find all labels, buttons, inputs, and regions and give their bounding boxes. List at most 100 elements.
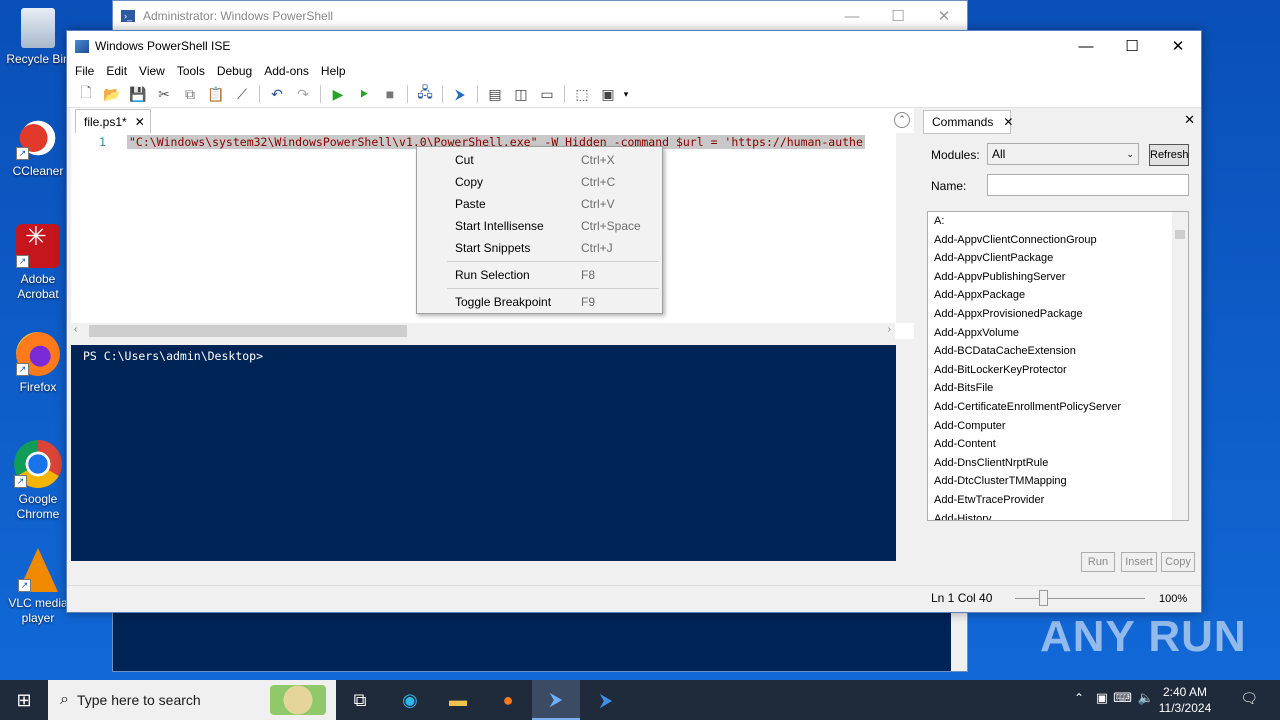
minimize-icon[interactable]: — xyxy=(829,1,875,31)
context-item-start-intellisense[interactable]: Start Intellisense Ctrl+Space xyxy=(417,216,662,236)
toolbar-overflow-icon[interactable]: ▾ xyxy=(621,83,631,105)
insert-button[interactable]: Insert xyxy=(1121,552,1157,572)
clock[interactable]: 2:40 AM 11/3/2024 xyxy=(1150,684,1220,716)
context-item-run-selection[interactable]: Run Selection F8 xyxy=(417,265,662,285)
context-item-paste[interactable]: Paste Ctrl+V xyxy=(417,194,662,214)
windows-start-icon[interactable]: ⊞ xyxy=(0,680,48,720)
editor-vertical-scrollbar[interactable] xyxy=(896,133,914,323)
list-item[interactable]: Add-AppxProvisionedPackage xyxy=(928,305,1188,324)
console-vertical-scrollbar[interactable] xyxy=(896,345,914,577)
cut-icon[interactable]: ✂ xyxy=(151,83,177,105)
modules-dropdown[interactable]: All ⌄ xyxy=(987,143,1139,165)
network-icon[interactable]: ▣ xyxy=(1096,690,1108,706)
list-item[interactable]: Add-BitsFile xyxy=(928,379,1188,398)
scroll-right-icon[interactable]: › xyxy=(888,324,891,335)
context-item-copy[interactable]: Copy Ctrl+C xyxy=(417,172,662,192)
maximize-icon[interactable]: ☐ xyxy=(1109,31,1155,61)
close-icon[interactable]: ✕ xyxy=(921,1,967,31)
ise-titlebar[interactable]: Windows PowerShell ISE — ☐ ✕ xyxy=(67,31,1201,61)
menu-add-ons[interactable]: Add-ons xyxy=(258,64,315,78)
menu-debug[interactable]: Debug xyxy=(211,64,258,78)
open-icon[interactable]: 📂 xyxy=(99,83,125,105)
scrollbar-thumb[interactable] xyxy=(89,325,407,337)
save-icon[interactable]: 💾 xyxy=(125,83,151,105)
close-pane-icon[interactable]: ✕ xyxy=(1184,112,1195,128)
layout-1-icon[interactable]: ▤ xyxy=(482,83,508,105)
maximize-icon[interactable]: ☐ xyxy=(875,1,921,31)
name-input[interactable] xyxy=(987,174,1189,196)
show-script-icon[interactable]: ⬚ xyxy=(569,83,595,105)
paste-icon[interactable]: 📋 xyxy=(203,83,229,105)
copy-button[interactable]: Copy xyxy=(1161,552,1195,572)
close-tab-icon[interactable]: ✕ xyxy=(1003,115,1013,129)
tab-file-ps1[interactable]: file.ps1* ✕ xyxy=(75,109,151,133)
file-explorer-icon[interactable]: ▬ xyxy=(434,680,482,720)
list-item[interactable]: Add-DtcClusterTMMapping xyxy=(928,472,1188,491)
desktop-icon-ccleaner[interactable]: ↗ CCleaner xyxy=(0,116,76,179)
list-item[interactable]: Add-AppvClientPackage xyxy=(928,249,1188,268)
show-commands-icon[interactable]: ▣ xyxy=(595,83,621,105)
context-item-cut[interactable]: Cut Ctrl+X xyxy=(417,150,662,170)
close-tab-icon[interactable]: ✕ xyxy=(135,115,145,129)
keyboard-icon[interactable]: ⌨ xyxy=(1113,690,1132,706)
list-item[interactable]: Add-BitLockerKeyProtector xyxy=(928,361,1188,380)
list-item[interactable]: Add-History xyxy=(928,510,1188,521)
scroll-left-icon[interactable]: ‹ xyxy=(74,324,77,335)
stop-icon[interactable]: ■ xyxy=(377,83,403,105)
run-icon[interactable]: ▶ xyxy=(325,83,351,105)
list-item[interactable]: Add-EtwTraceProvider xyxy=(928,491,1188,510)
menu-file[interactable]: File xyxy=(69,64,100,78)
powershell-icon[interactable]: ⮞ xyxy=(582,680,630,720)
context-item-start-snippets[interactable]: Start Snippets Ctrl+J xyxy=(417,238,662,258)
copy-icon[interactable]: ⧉ xyxy=(177,83,203,105)
desktop-icon-firefox[interactable]: ↗ Firefox xyxy=(0,332,76,395)
menu-edit[interactable]: Edit xyxy=(100,64,133,78)
undo-icon[interactable]: ↶ xyxy=(264,83,290,105)
list-item[interactable]: Add-AppxPackage xyxy=(928,286,1188,305)
console-pane[interactable]: PS C:\Users\admin\Desktop> xyxy=(71,345,914,577)
list-item[interactable]: Add-BCDataCacheExtension xyxy=(928,342,1188,361)
list-item[interactable]: Add-CertificateEnrollmentPolicyServer xyxy=(928,398,1188,417)
context-item-toggle-breakpoint[interactable]: Toggle Breakpoint F9 xyxy=(417,292,662,312)
list-item[interactable]: Add-Computer xyxy=(928,417,1188,436)
taskbar-search[interactable]: ⌕ Type here to search xyxy=(48,680,336,720)
command-list-scrollbar[interactable] xyxy=(1172,212,1188,520)
layout-3-icon[interactable]: ▭ xyxy=(534,83,560,105)
list-item[interactable]: Add-Content xyxy=(928,435,1188,454)
redo-icon[interactable]: ↷ xyxy=(290,83,316,105)
collapse-editor-icon[interactable]: ⌃ xyxy=(894,112,910,128)
list-item[interactable]: Add-AppvPublishingServer xyxy=(928,268,1188,287)
command-list[interactable]: A: Add-AppvClientConnectionGroup Add-App… xyxy=(927,211,1189,521)
minimize-icon[interactable]: — xyxy=(1063,31,1109,61)
desktop-icon-adobe-acrobat[interactable]: ✳ ↗ Adobe Acrobat xyxy=(0,223,76,302)
ise-window[interactable]: Windows PowerShell ISE — ☐ ✕ File Edit V… xyxy=(66,30,1202,613)
list-item[interactable]: Add-AppxVolume xyxy=(928,324,1188,343)
powershell-ise-icon[interactable]: ⮞ xyxy=(532,680,580,720)
zoom-slider-thumb[interactable] xyxy=(1039,590,1048,606)
menu-tools[interactable]: Tools xyxy=(171,64,211,78)
powershell-titlebar[interactable]: ›_ Administrator: Windows PowerShell — ☐… xyxy=(113,1,967,31)
menu-view[interactable]: View xyxy=(133,64,171,78)
notification-icon[interactable]: 🗨 xyxy=(1240,690,1258,707)
task-view-icon[interactable]: ⧉ xyxy=(336,680,384,720)
desktop-icon-recycle-bin[interactable]: Recycle Bin xyxy=(0,8,76,67)
console-horizontal-scrollbar[interactable] xyxy=(71,561,914,577)
refresh-button[interactable]: Refresh xyxy=(1149,144,1189,166)
run-selection-icon[interactable]: ⯈ xyxy=(351,83,377,105)
list-item[interactable]: Add-DnsClientNrptRule xyxy=(928,454,1188,473)
search-input[interactable]: Type here to search xyxy=(77,692,201,708)
scrollbar-thumb[interactable] xyxy=(1175,230,1185,239)
tab-commands[interactable]: Commands ✕ xyxy=(923,110,1013,134)
zoom-slider-track[interactable] xyxy=(1015,598,1145,599)
layout-2-icon[interactable]: ◫ xyxy=(508,83,534,105)
close-icon[interactable]: ✕ xyxy=(1155,31,1201,61)
list-item[interactable]: A: xyxy=(928,212,1188,231)
edge-icon[interactable]: ◉ xyxy=(386,680,434,720)
desktop-icon-google-chrome[interactable]: ↗ Google Chrome xyxy=(0,440,76,522)
clear-icon[interactable]: ⟋ xyxy=(229,83,255,105)
editor-horizontal-scrollbar[interactable]: ‹ › xyxy=(71,323,895,339)
list-item[interactable]: Add-AppvClientConnectionGroup xyxy=(928,231,1188,250)
menu-help[interactable]: Help xyxy=(315,64,352,78)
powershell-icon[interactable]: ⮞ xyxy=(447,83,473,105)
run-button[interactable]: Run xyxy=(1081,552,1115,572)
